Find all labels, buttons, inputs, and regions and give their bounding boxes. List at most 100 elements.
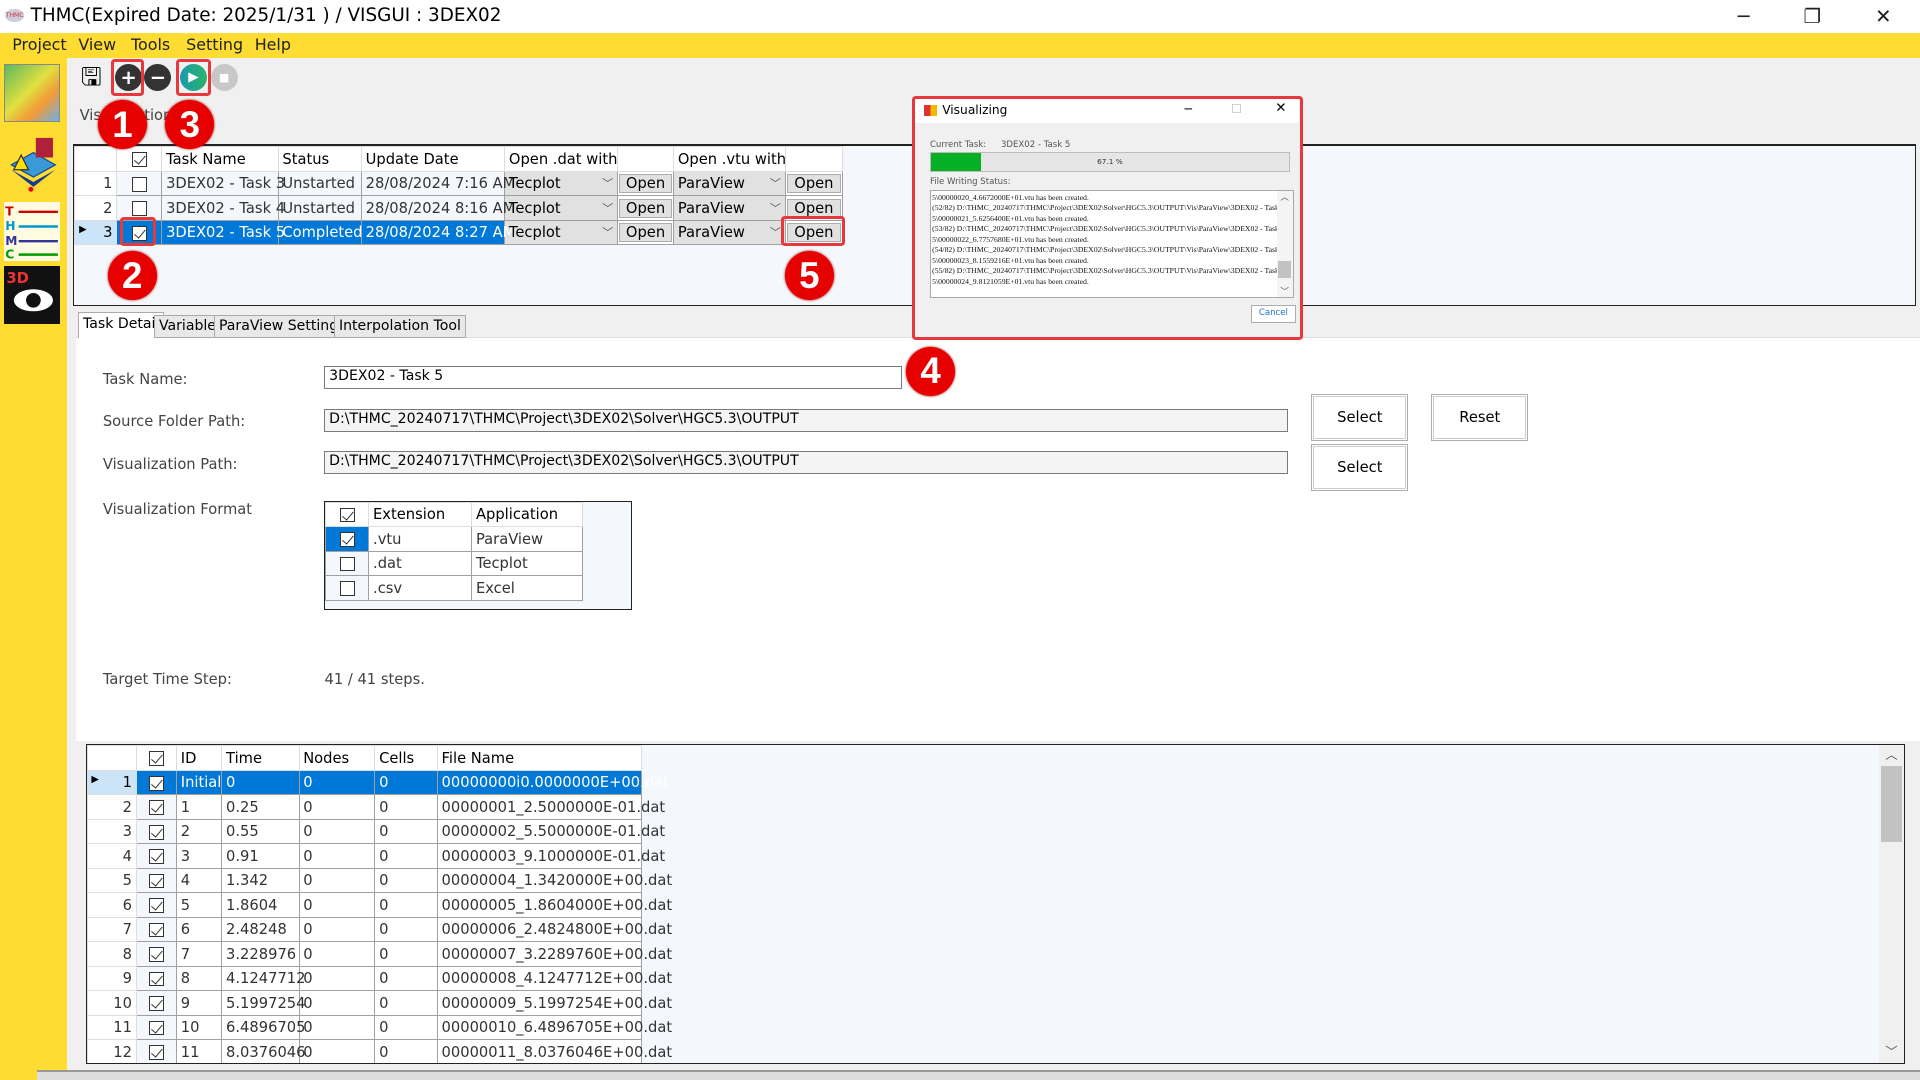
chevron-down-icon[interactable]: ﹀ xyxy=(770,200,781,217)
cancel-button[interactable]: Cancel xyxy=(1250,305,1297,323)
col-id[interactable]: ID xyxy=(176,745,223,771)
thmc-sliders-icon[interactable]: THMC xyxy=(3,202,60,261)
open-dat-button[interactable]: Open xyxy=(619,174,672,194)
row-header[interactable]: 12 xyxy=(86,1039,137,1064)
col-nodes[interactable]: Nodes xyxy=(298,745,376,771)
time-step-row[interactable]: 7 6 2.48248 0 0 00000006_2.4824800E+00.dat xyxy=(86,916,672,943)
time-step-row[interactable]: 3 2 0.55 0 0 00000002_5.5000000E-01.dat xyxy=(86,818,665,845)
chevron-down-icon[interactable]: ﹀ xyxy=(602,175,613,192)
row-header[interactable]: 9 xyxy=(86,965,137,992)
menu-view[interactable]: View xyxy=(78,35,116,54)
select-source-button[interactable]: Select xyxy=(1311,394,1409,441)
dat-app-select[interactable]: Tecplot ﹀ xyxy=(504,195,618,221)
task-row[interactable]: ▶ 3 3DEX02 - Task 5 Completed 28/08/2024 8:2… xyxy=(74,219,844,246)
time-step-checkbox[interactable] xyxy=(149,800,164,816)
chevron-down-icon[interactable]: ﹀ xyxy=(770,175,781,192)
time-step-checkbox[interactable] xyxy=(149,849,164,864)
save-icon[interactable]: 🖫 xyxy=(81,63,105,91)
row-header[interactable]: 6 xyxy=(86,892,137,918)
time-step-row[interactable]: 4 3 0.91 0 0 00000003_9.1000000E-01.dat xyxy=(86,843,665,869)
open-vtu-button[interactable]: Open xyxy=(786,198,841,218)
open-vtu-button[interactable]: Open xyxy=(786,223,841,243)
steps-select-all-checkbox[interactable] xyxy=(149,751,164,767)
row-header[interactable]: 7 xyxy=(86,916,137,943)
task-row[interactable]: 2 3DEX02 - Task 4 Unstarted 28/08/2024 8:16… xyxy=(74,195,844,221)
menu-help[interactable]: Help xyxy=(255,35,291,54)
open-dat-button[interactable]: Open xyxy=(619,223,672,243)
scroll-down-icon[interactable]: ﹀ xyxy=(1879,1042,1905,1060)
format-checkbox[interactable] xyxy=(340,532,355,547)
vtu-app-select[interactable]: ParaView ﹀ xyxy=(673,170,786,197)
time-step-checkbox[interactable] xyxy=(149,898,164,913)
format-row[interactable]: .dat Tecplot xyxy=(325,550,583,577)
open-vtu-button[interactable]: Open xyxy=(786,174,841,194)
open-dat-button[interactable]: Open xyxy=(619,198,672,218)
time-step-checkbox[interactable] xyxy=(149,971,164,987)
row-header[interactable]: 8 xyxy=(86,941,137,967)
log-scrollbar[interactable]: ︿ ﹀ xyxy=(1276,191,1293,297)
time-step-row[interactable]: ▶ 1 Initial 0 0 0 00000000i0.0000000E+00.dat xyxy=(86,769,669,796)
dat-app-select[interactable]: Tecplot ﹀ xyxy=(504,219,618,246)
dialog-minimize-button[interactable]: ─ xyxy=(1185,102,1192,116)
vertical-scrollbar[interactable]: ︿ ﹀ xyxy=(1878,745,1905,1063)
row-header[interactable]: ▶ 1 xyxy=(86,769,137,796)
select-all-checkbox[interactable] xyxy=(131,152,147,168)
time-step-checkbox[interactable] xyxy=(149,996,164,1011)
time-step-checkbox[interactable] xyxy=(149,1020,164,1036)
select-visualization-button[interactable]: Select xyxy=(1311,444,1409,491)
visualization-path-input[interactable]: D:\THMC_20240717\THMC\Project\3DEX02\Sol… xyxy=(324,450,1289,474)
time-step-checkbox[interactable] xyxy=(149,775,164,791)
format-select-all-checkbox[interactable] xyxy=(340,507,355,523)
menu-project[interactable]: Project xyxy=(12,35,66,54)
time-step-row[interactable]: 8 7 3.228976 0 0 00000007_3.2289760E+00.dat xyxy=(86,941,672,967)
row-header[interactable]: 3 xyxy=(86,818,137,845)
time-step-checkbox[interactable] xyxy=(149,873,164,889)
reset-button[interactable]: Reset xyxy=(1431,394,1529,441)
remove-icon[interactable]: − xyxy=(144,63,172,91)
menu-tools[interactable]: Tools xyxy=(131,35,170,54)
format-row[interactable]: .csv Excel xyxy=(325,575,583,601)
time-step-row[interactable]: 12 11 8.0376046 0 0 00000011_8.0376046E+00.da… xyxy=(86,1039,672,1064)
row-header[interactable]: 10 xyxy=(86,990,137,1016)
run-icon[interactable]: ▶ xyxy=(180,63,207,91)
col-open-vtu[interactable]: Open .vtu with xyxy=(673,146,786,172)
time-step-checkbox[interactable] xyxy=(149,922,164,938)
maximize-button[interactable]: ❐ xyxy=(1784,0,1840,33)
col-status[interactable]: Status xyxy=(277,146,362,172)
time-step-row[interactable]: 6 5 1.8604 0 0 00000005_1.8604000E+00.dat xyxy=(86,892,672,918)
tab-interpolation-tool[interactable]: Interpolation Tool xyxy=(334,314,466,338)
row-header[interactable]: 4 xyxy=(86,843,137,869)
log-scroll-thumb[interactable] xyxy=(1277,261,1292,279)
time-step-row[interactable]: 11 10 6.4896705 0 0 00000010_6.4896705E+00.da… xyxy=(86,1014,672,1041)
task-checkbox[interactable] xyxy=(131,201,147,217)
row-header[interactable]: 5 xyxy=(86,867,137,894)
col-cells[interactable]: Cells xyxy=(374,745,438,771)
time-step-checkbox[interactable] xyxy=(149,1045,164,1060)
row-header[interactable]: 2 xyxy=(86,794,137,820)
col-time[interactable]: Time xyxy=(221,745,300,771)
row-header[interactable]: 2 xyxy=(74,195,118,221)
tab-task-detail[interactable]: Task Detail xyxy=(78,312,165,338)
task-checkbox[interactable] xyxy=(131,176,147,192)
minimize-button[interactable]: ─ xyxy=(1716,0,1772,33)
source-folder-input[interactable]: D:\THMC_20240717\THMC\Project\3DEX02\Sol… xyxy=(324,408,1289,433)
task-row[interactable]: 1 3DEX02 - Task 3 Unstarted 28/08/2024 7:16… xyxy=(74,170,844,197)
col-update-date[interactable]: Update Date xyxy=(360,146,506,172)
vtu-app-select[interactable]: ParaView ﹀ xyxy=(673,195,786,221)
time-step-row[interactable]: 9 8 4.1247712 0 0 00000008_4.1247712E+00.dat xyxy=(86,965,672,992)
tab-variable[interactable]: Variable xyxy=(154,314,221,338)
col-task-name[interactable]: Task Name xyxy=(161,146,279,172)
chevron-down-icon[interactable]: ﹀ xyxy=(770,224,781,241)
task-name-input[interactable]: 3DEX02 - Task 5 xyxy=(324,366,903,390)
time-step-row[interactable]: 10 9 5.1997254 0 0 00000009_5.1997254E+00.dat xyxy=(86,990,672,1016)
scroll-up-icon[interactable]: ︿ xyxy=(1879,745,1905,763)
vtu-app-select[interactable]: ParaView ﹀ xyxy=(673,219,786,246)
col-file-name[interactable]: File Name xyxy=(436,745,643,771)
row-header[interactable]: 1 xyxy=(74,170,118,197)
file-writing-log[interactable]: 5\00000020_4.6672000E+01.vtu has been cr… xyxy=(929,190,1294,299)
tab-paraview-settings[interactable]: ParaView Settings xyxy=(214,314,351,338)
log-scroll-up-icon[interactable]: ︿ xyxy=(1277,191,1293,203)
mesh-grid-icon[interactable] xyxy=(4,133,60,193)
time-step-row[interactable]: 2 1 0.25 0 0 00000001_2.5000000E-01.dat xyxy=(86,794,665,820)
dialog-close-button[interactable]: ✕ xyxy=(1275,101,1286,116)
